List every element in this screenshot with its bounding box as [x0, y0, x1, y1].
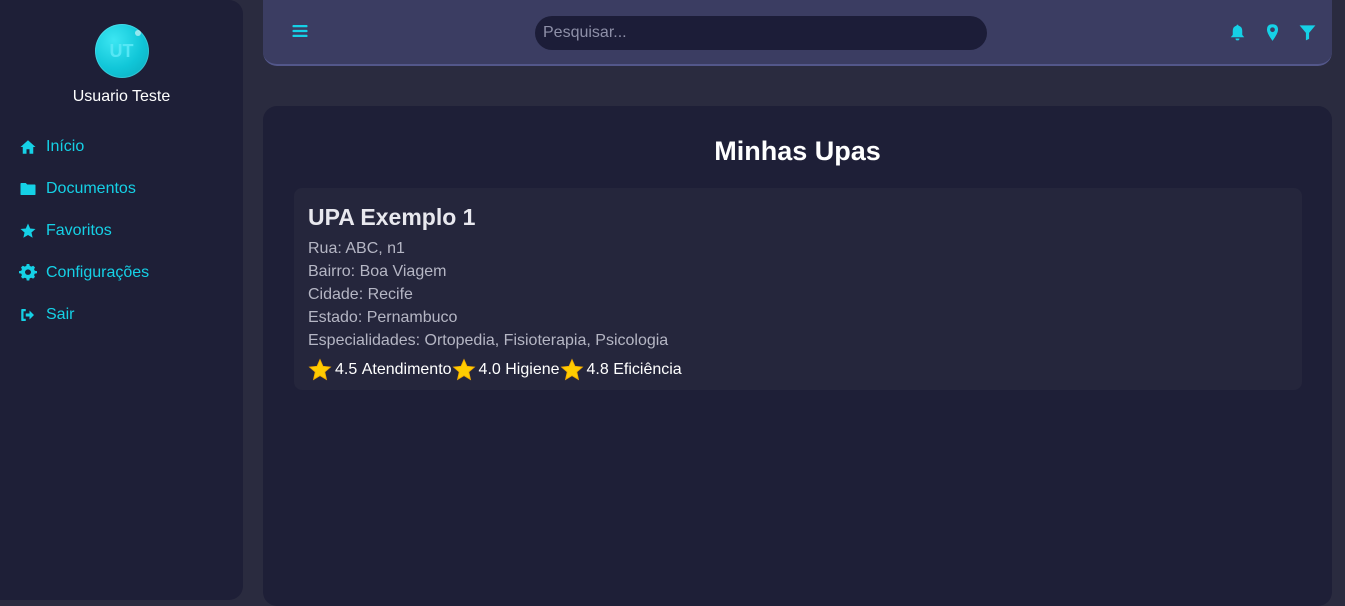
rating-label: Eficiência	[613, 361, 682, 378]
sidebar: UT Usuario Teste Início Documentos Favor…	[0, 0, 243, 600]
upa-rua: Rua: ABC, n1	[308, 240, 405, 257]
sidebar-item-label: Sair	[46, 306, 75, 323]
rating-value: 4.0	[478, 361, 501, 378]
main-content: Minhas Upas UPA Exemplo 1 Rua: ABC, n1 B…	[263, 106, 1332, 606]
sidebar-item-inicio[interactable]: Início	[18, 126, 233, 168]
sidebar-item-label: Início	[46, 138, 85, 155]
upa-estado: Estado: Pernambuco	[308, 309, 458, 326]
folder-icon	[18, 179, 38, 199]
sidebar-item-sair[interactable]: Sair	[18, 294, 233, 336]
sign-out-icon	[18, 305, 38, 325]
sidebar-item-documentos[interactable]: Documentos	[18, 168, 233, 210]
page-title: Minhas Upas	[714, 136, 881, 166]
top-bar	[263, 0, 1332, 66]
star-icon	[18, 221, 38, 241]
sidebar-item-label: Documentos	[46, 180, 136, 197]
map-pin-icon[interactable]	[1262, 22, 1282, 42]
sidebar-item-label: Favoritos	[46, 222, 112, 239]
rating-label: Atendimento	[361, 361, 452, 378]
star-icon	[560, 358, 584, 382]
star-icon	[452, 358, 476, 382]
sidebar-nav: Início Documentos Favoritos Configuraçõe…	[18, 126, 233, 336]
star-icon	[308, 358, 332, 382]
home-icon	[18, 137, 38, 157]
sidebar-item-favoritos[interactable]: Favoritos	[18, 210, 233, 252]
rating-value: 4.5	[335, 361, 358, 378]
rating-label: Higiene	[505, 361, 560, 378]
gear-icon	[18, 263, 38, 283]
upa-bairro: Bairro: Boa Viagem	[308, 263, 447, 280]
search-input[interactable]	[535, 16, 987, 50]
avatar[interactable]: UT	[94, 24, 149, 78]
rating-higiene: 4.0 Higiene	[452, 358, 560, 382]
user-name: Usuario Teste	[72, 88, 171, 105]
sidebar-item-label: Configurações	[46, 264, 150, 281]
rating-eficiencia: 4.8 Eficiência	[560, 358, 682, 382]
rating-value: 4.8	[586, 361, 609, 378]
bell-icon[interactable]	[1227, 22, 1247, 42]
upa-cidade: Cidade: Recife	[308, 286, 413, 303]
top-bar-actions	[1212, 22, 1332, 42]
upa-card[interactable]: UPA Exemplo 1 Rua: ABC, n1 Bairro: Boa V…	[294, 188, 1302, 390]
rating-atendimento: 4.5 Atendimento	[308, 358, 452, 382]
upa-name: UPA Exemplo 1	[308, 204, 476, 230]
user-profile: UT Usuario Teste	[0, 24, 243, 106]
filter-icon[interactable]	[1297, 22, 1317, 42]
upa-ratings: 4.5 Atendimento 4.0 Higiene 4.8 Eficiênc…	[308, 358, 1288, 382]
hamburger-icon[interactable]	[291, 22, 311, 42]
sidebar-item-configuracoes[interactable]: Configurações	[18, 252, 233, 294]
upa-especialidades: Especialidades: Ortopedia, Fisioterapia,…	[308, 332, 669, 349]
